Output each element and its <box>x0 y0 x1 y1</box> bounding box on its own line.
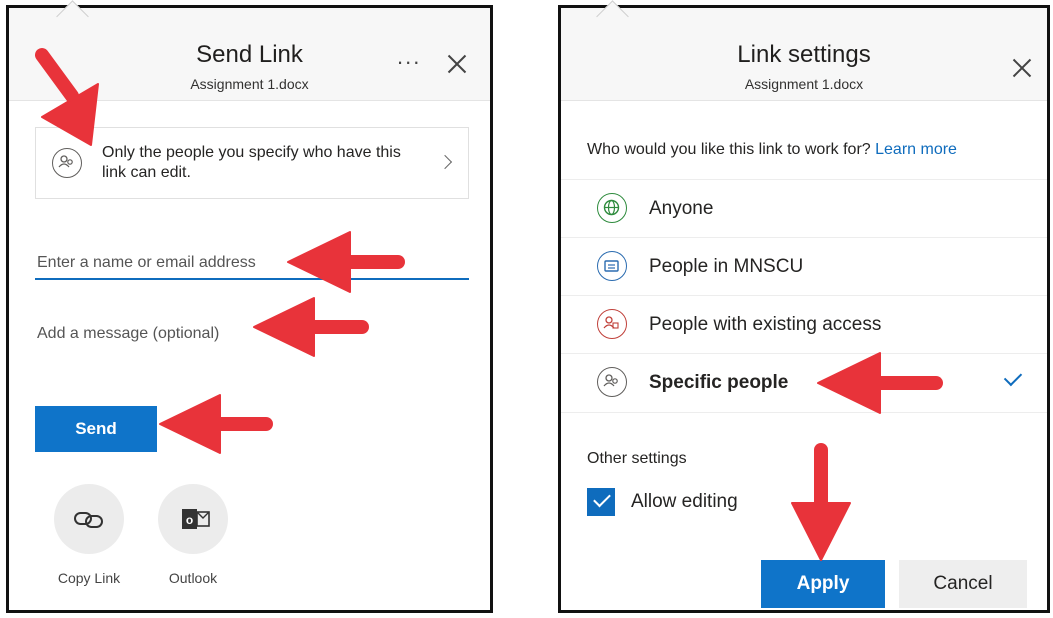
checkmark-icon <box>1003 367 1023 387</box>
outlook-icon: o <box>158 484 228 554</box>
audience-question: Who would you like this link to work for… <box>587 141 957 159</box>
other-settings-heading: Other settings <box>587 450 687 467</box>
option-anyone-label: Anyone <box>649 198 714 219</box>
building-icon <box>597 251 627 281</box>
message-input[interactable] <box>35 318 335 350</box>
globe-icon <box>597 193 627 223</box>
link-permission-card[interactable]: Only the people you specify who have thi… <box>35 127 469 199</box>
question-text: Who would you like this link to work for… <box>587 141 871 158</box>
people-icon <box>597 367 627 397</box>
link-settings-panel: Link settings Assignment 1.docx Who woul… <box>558 0 1050 613</box>
option-people-in-org-label: People in MNSCU <box>649 256 804 277</box>
send-button[interactable]: Send <box>35 406 157 452</box>
link-icon <box>54 484 124 554</box>
close-icon[interactable] <box>1010 56 1034 80</box>
link-settings-filename: Assignment 1.docx <box>744 76 864 92</box>
permission-description: Only the people you specify who have thi… <box>102 144 401 181</box>
option-people-in-org[interactable]: People in MNSCU <box>561 237 1047 296</box>
copy-link-label: Copy Link <box>57 570 121 586</box>
close-icon[interactable] <box>445 52 469 76</box>
people-icon <box>52 148 82 178</box>
allow-editing-label: Allow editing <box>631 491 738 512</box>
cancel-button[interactable]: Cancel <box>899 560 1027 608</box>
people-lock-icon <box>597 309 627 339</box>
link-settings-header: Link settings Assignment 1.docx <box>561 0 1047 101</box>
allow-editing-checkbox[interactable] <box>587 488 615 516</box>
recipient-input[interactable] <box>35 248 469 280</box>
option-specific-people[interactable]: Specific people <box>561 353 1047 413</box>
outlook-label: Outlook <box>168 570 218 586</box>
send-link-filename: Assignment 1.docx <box>190 76 309 92</box>
learn-more-link[interactable]: Learn more <box>875 141 957 158</box>
copy-link-option[interactable]: Copy Link <box>49 484 129 586</box>
chevron-right-icon <box>437 154 453 170</box>
option-existing-access-label: People with existing access <box>649 314 882 335</box>
link-settings-title: Link settings <box>737 41 871 68</box>
option-specific-people-label: Specific people <box>649 372 789 393</box>
option-existing-access[interactable]: People with existing access <box>561 295 1047 354</box>
option-anyone[interactable]: Anyone <box>561 179 1047 238</box>
svg-text:o: o <box>186 513 193 527</box>
outlook-option[interactable]: o Outlook <box>153 484 233 586</box>
apply-button[interactable]: Apply <box>761 560 885 608</box>
callout-caret <box>596 0 629 33</box>
send-link-header: Send Link Assignment 1.docx ... <box>9 0 490 101</box>
callout-caret <box>56 0 89 33</box>
send-link-panel: Send Link Assignment 1.docx ... Only the… <box>6 0 493 613</box>
more-options-button[interactable]: ... <box>397 44 421 70</box>
